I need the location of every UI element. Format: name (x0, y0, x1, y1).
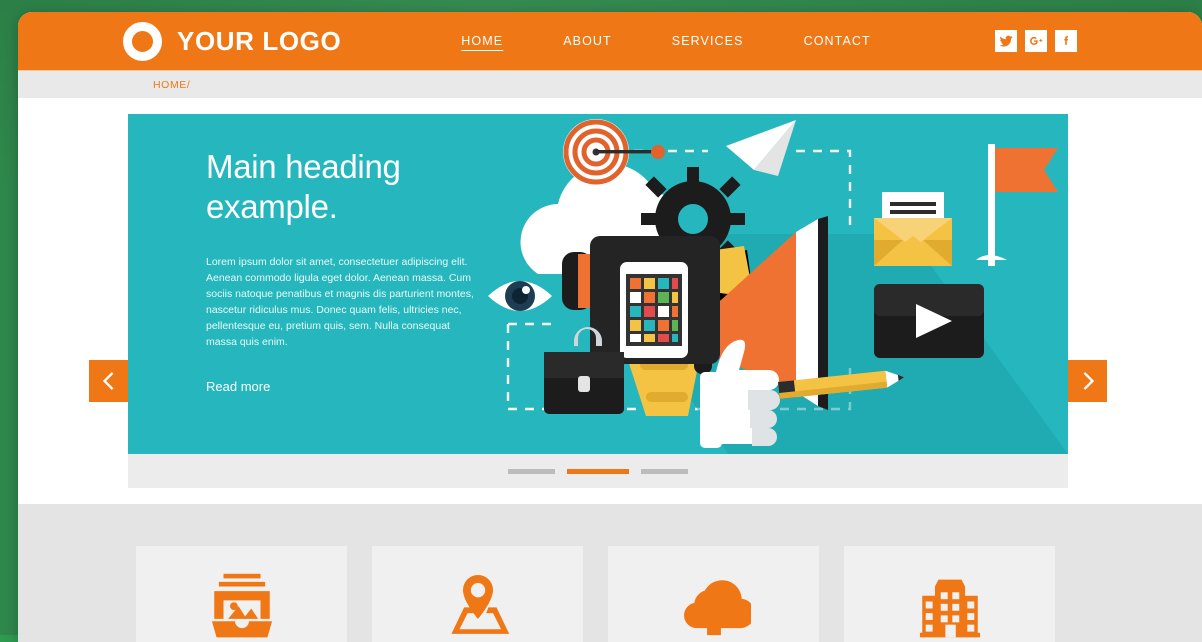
feature-card-gallery[interactable] (136, 546, 347, 642)
hero-illustration (478, 114, 1068, 454)
logo-text: YOUR LOGO (177, 26, 341, 57)
site-header: YOUR LOGO HOME ABOUT SERVICES CONTACT (18, 12, 1202, 70)
nav-item-home[interactable]: HOME (431, 34, 533, 48)
chevron-left-icon (100, 370, 118, 392)
google-plus-icon[interactable] (1025, 30, 1047, 52)
slide: Main heading example. Lorem ipsum dolor … (128, 114, 1068, 454)
building-icon (913, 568, 987, 642)
features-section (18, 504, 1202, 642)
slider-dot-3[interactable] (641, 469, 688, 474)
website-page: YOUR LOGO HOME ABOUT SERVICES CONTACT HO… (18, 12, 1202, 642)
nav-item-services[interactable]: SERVICES (642, 34, 774, 48)
slider-next-button[interactable] (1068, 360, 1107, 402)
feature-card-map[interactable] (372, 546, 583, 642)
features-row (136, 546, 1055, 642)
slide-copy: Main heading example. Lorem ipsum dolor … (206, 147, 481, 396)
envelope-letter (874, 192, 952, 266)
cloud-upload-icon (677, 568, 751, 642)
facebook-icon[interactable] (1055, 30, 1077, 52)
nav-item-about[interactable]: ABOUT (533, 34, 642, 48)
image-gallery-icon (205, 568, 279, 642)
hero-slider: Main heading example. Lorem ipsum dolor … (18, 98, 1202, 488)
map-pin-icon (441, 568, 515, 642)
slider-prev-button[interactable] (89, 360, 128, 402)
eye (488, 281, 552, 311)
breadcrumb-text[interactable]: HOME/ (153, 79, 190, 91)
feature-card-building[interactable] (844, 546, 1055, 642)
chevron-right-icon (1079, 370, 1097, 392)
smartphone-apps (562, 236, 720, 364)
slider-pagination (128, 454, 1068, 488)
main-navigation: HOME ABOUT SERVICES CONTACT (431, 34, 900, 48)
slide-paragraph: Lorem ipsum dolor sit amet, consectetuer… (206, 255, 481, 351)
social-links (995, 30, 1077, 52)
breadcrumb: HOME/ (18, 70, 1202, 98)
logo[interactable]: YOUR LOGO (123, 22, 341, 61)
slider-dot-1[interactable] (508, 469, 555, 474)
read-more-link[interactable]: Read more (206, 379, 270, 394)
slide-heading: Main heading example. (206, 147, 481, 226)
target-dartboard (563, 119, 665, 185)
twitter-icon[interactable] (995, 30, 1017, 52)
nav-item-contact[interactable]: CONTACT (774, 34, 901, 48)
paper-plane (726, 120, 796, 176)
flag (976, 144, 1058, 266)
feature-card-cloud[interactable] (608, 546, 819, 642)
slider-dot-2[interactable] (567, 469, 629, 474)
video-player-play (874, 284, 984, 358)
ring-logo-icon (123, 22, 162, 61)
